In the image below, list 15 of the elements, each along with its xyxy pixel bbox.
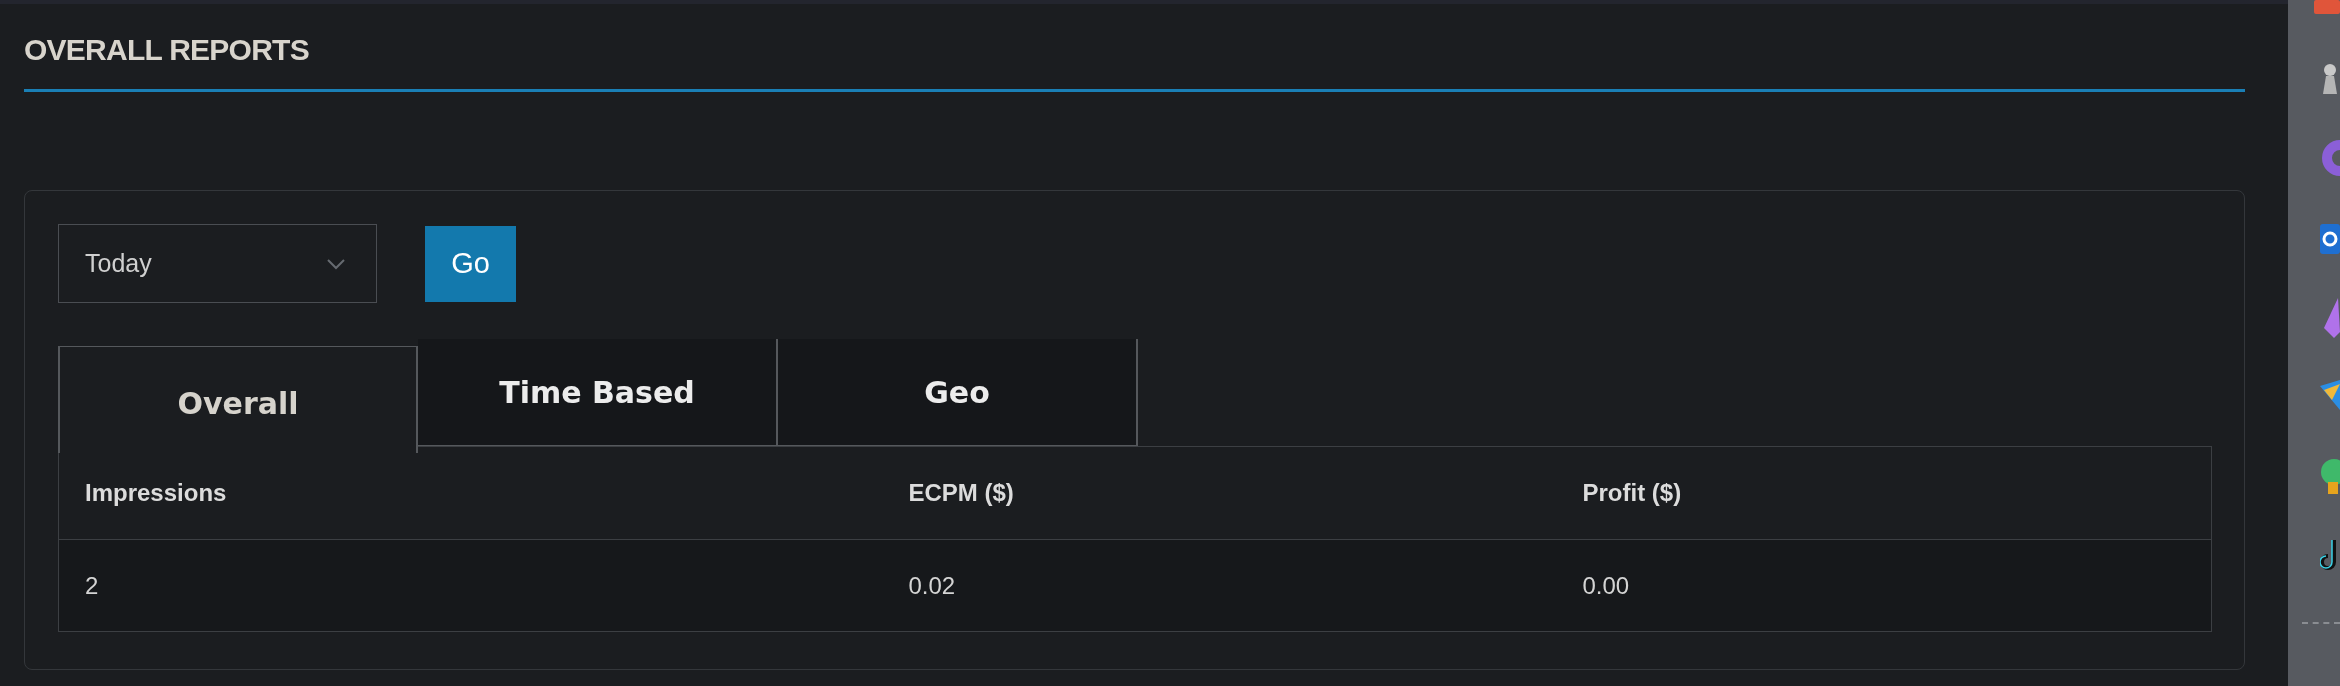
mail-icon[interactable]	[2320, 222, 2340, 256]
go-button[interactable]: Go	[425, 225, 516, 302]
table-cell: 2	[58, 539, 883, 632]
column-header: Profit ($)	[1556, 446, 2212, 540]
period-dropdown[interactable]: Today	[58, 224, 377, 303]
tree-icon[interactable]	[2320, 458, 2340, 494]
table-cell: 0.00	[1556, 539, 2212, 632]
table-cell: 0.02	[882, 539, 1557, 632]
tab[interactable]: Time Based	[418, 339, 778, 446]
chevron-down-icon	[326, 257, 346, 270]
paper-plane-icon[interactable]	[2320, 380, 2340, 410]
page-title: OVERALL REPORTS	[24, 32, 309, 68]
tab[interactable]: Overall	[58, 346, 418, 453]
column-header: ECPM ($)	[882, 446, 1557, 540]
tab[interactable]: Geo	[778, 339, 1138, 446]
